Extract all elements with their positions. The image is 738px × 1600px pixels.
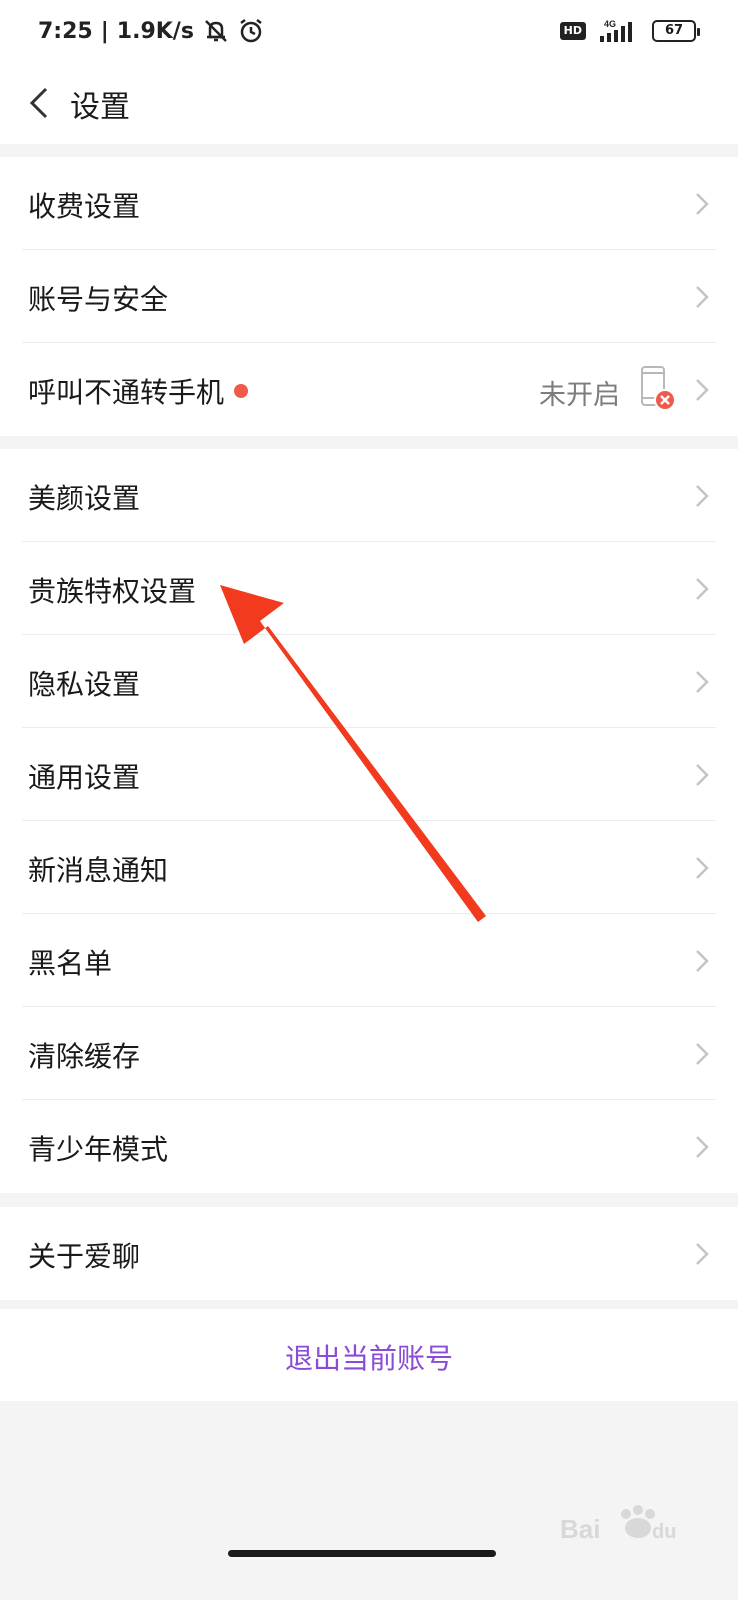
settings-item-charge[interactable]: 收费设置 (22, 157, 716, 250)
settings-item-label: 账号与安全 (28, 283, 169, 316)
chevron-right-icon (696, 379, 709, 401)
settings-item-teen-mode[interactable]: 青少年模式 (22, 1100, 716, 1193)
settings-item-label: 清除缓存 (28, 1040, 141, 1073)
back-button[interactable] (14, 78, 64, 128)
settings-item-general[interactable]: 通用设置 (22, 728, 716, 821)
settings-item-label: 贵族特权设置 (28, 575, 197, 608)
settings-item-blacklist[interactable]: 黑名单 (22, 914, 716, 1007)
settings-item-label: 新消息通知 (28, 854, 169, 887)
settings-group-account: 收费设置 账号与安全 呼叫不通转手机 未开启 (0, 157, 738, 436)
home-indicator[interactable] (228, 1550, 496, 1557)
page-title: 设置 (70, 90, 130, 125)
chevron-right-icon (696, 193, 709, 215)
logout-label: 退出当前账号 (284, 1342, 453, 1375)
hd-badge: HD (559, 22, 586, 40)
call-forward-status: 未开启 (539, 380, 620, 411)
chevron-right-icon (696, 578, 709, 600)
settings-item-noble-privilege[interactable]: 贵族特权设置 (22, 542, 716, 635)
chevron-left-icon (29, 87, 48, 119)
signal-icon: 4G (600, 19, 632, 42)
chevron-right-icon (696, 1136, 709, 1158)
baidu-watermark-icon: Bai du (560, 1505, 676, 1544)
settings-item-label: 通用设置 (28, 761, 141, 794)
notification-dot (234, 384, 249, 398)
settings-item-label: 黑名单 (28, 947, 113, 980)
settings-item-account-security[interactable]: 账号与安全 (22, 250, 716, 343)
chevron-right-icon (696, 1243, 709, 1265)
nav-bar: 设置 (0, 64, 738, 144)
svg-text:Bai: Bai (560, 1514, 600, 1544)
chevron-right-icon (696, 286, 709, 308)
status-bar: 7:25 | 1.9K/s HD 4G 67 (0, 0, 738, 64)
settings-item-label: 关于爱聊 (28, 1240, 141, 1273)
settings-item-call-forward[interactable]: 呼叫不通转手机 未开启 (22, 343, 716, 436)
chevron-right-icon (696, 764, 709, 786)
settings-item-label: 收费设置 (28, 190, 141, 223)
settings-item-notifications[interactable]: 新消息通知 (22, 821, 716, 914)
chevron-right-icon (696, 1043, 709, 1065)
settings-item-label: 青少年模式 (28, 1133, 169, 1166)
settings-item-label: 呼叫不通转手机 (28, 376, 225, 409)
settings-item-label: 美颜设置 (28, 482, 141, 515)
status-time: 7:25 (38, 18, 93, 44)
phone-disabled-icon (641, 366, 676, 411)
network-speed: 1.9K/s (116, 18, 194, 44)
mute-bell-icon (205, 20, 227, 42)
status-right: HD 4G 67 (559, 18, 700, 44)
alarm-icon (240, 19, 262, 43)
settings-item-privacy[interactable]: 隐私设置 (22, 635, 716, 728)
settings-item-label: 隐私设置 (28, 668, 141, 701)
settings-group-about: 关于爱聊 (0, 1207, 738, 1300)
status-left: 7:25 | 1.9K/s (38, 18, 264, 44)
settings-item-clear-cache[interactable]: 清除缓存 (22, 1007, 716, 1100)
settings-item-about[interactable]: 关于爱聊 (22, 1207, 716, 1300)
svg-text:du: du (652, 1521, 676, 1543)
chevron-right-icon (696, 485, 709, 507)
network-type: 4G (604, 19, 616, 29)
settings-item-beauty[interactable]: 美颜设置 (22, 449, 716, 542)
settings-group-general: 美颜设置 贵族特权设置 隐私设置 通用设置 新消息通知 黑名单 清除缓存 青少年… (0, 449, 738, 1193)
battery-indicator: 67 (652, 20, 700, 42)
battery-level: 67 (664, 23, 684, 38)
chevron-right-icon (696, 950, 709, 972)
status-divider: | (100, 18, 109, 44)
logout-button[interactable]: 退出当前账号 (0, 1309, 738, 1401)
chevron-right-icon (696, 671, 709, 693)
chevron-right-icon (696, 857, 709, 879)
settings-item-label-wrap: 呼叫不通转手机 (28, 371, 249, 411)
